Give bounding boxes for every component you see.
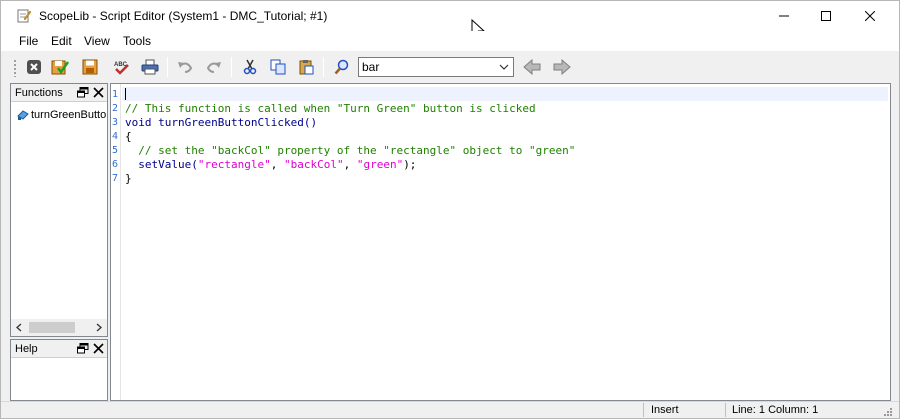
call-name: setValue( xyxy=(125,158,198,171)
float-panel-icon[interactable] xyxy=(77,343,89,354)
code-line-setvalue-call: setValue("rectangle", "backCol", "green"… xyxy=(125,158,416,171)
string-literal: "backCol" xyxy=(283,158,344,171)
functions-horizontal-scrollbar[interactable] xyxy=(11,319,107,336)
keyword-void: void xyxy=(125,116,152,129)
chevron-down-icon[interactable] xyxy=(497,60,511,74)
comma: , xyxy=(343,158,357,171)
functions-panel-title: Functions xyxy=(15,87,63,99)
scroll-right-icon[interactable] xyxy=(93,322,105,333)
paste-icon xyxy=(299,60,314,75)
maximize-button[interactable] xyxy=(803,1,849,31)
find-previous-button[interactable] xyxy=(521,56,543,78)
code-line-open-brace: { xyxy=(125,130,132,143)
line-number: 7 xyxy=(112,173,119,184)
function-icon xyxy=(17,110,29,120)
redo-icon xyxy=(206,62,221,73)
arrow-right-icon xyxy=(553,59,571,75)
cut-button[interactable] xyxy=(239,56,261,78)
line-number: 5 xyxy=(112,145,119,156)
function-list-item[interactable]: turnGreenButtonClicked xyxy=(17,108,107,124)
code-editor[interactable]: 1 2 3 4 5 6 7 // This function is called… xyxy=(110,83,891,401)
search-combobox[interactable]: bar xyxy=(358,57,514,77)
print-button[interactable] xyxy=(139,56,161,78)
spell-check-icon: ABC xyxy=(114,62,129,75)
minimize-icon xyxy=(779,15,789,17)
paste-button[interactable] xyxy=(295,56,317,78)
close-panel-icon[interactable] xyxy=(93,343,104,354)
copy-button[interactable] xyxy=(267,56,289,78)
script-edit-icon xyxy=(17,9,31,23)
save-button[interactable] xyxy=(79,56,101,78)
close-window-button[interactable] xyxy=(847,1,893,31)
code-line-inner-comment: // set the "backCol" property of the "re… xyxy=(125,144,576,157)
line-number: 6 xyxy=(112,159,119,170)
menu-view[interactable]: View xyxy=(84,34,110,48)
menu-bar: File Edit View Tools xyxy=(1,31,899,51)
text-caret xyxy=(125,88,126,100)
functions-panel: Functions turnGreenButtonClicked xyxy=(10,83,108,337)
status-divider xyxy=(643,403,644,417)
line-number: 3 xyxy=(112,117,119,128)
resize-grip-icon[interactable] xyxy=(881,406,893,417)
copy-icon xyxy=(270,59,286,75)
call-end: ); xyxy=(403,158,417,171)
insert-mode-indicator: Insert xyxy=(651,404,679,416)
close-script-button[interactable] xyxy=(23,56,45,78)
toolbar-separator xyxy=(231,57,232,77)
arrow-left-icon xyxy=(523,59,541,75)
spell-check-button[interactable]: ABC xyxy=(111,56,133,78)
scissors-icon xyxy=(243,59,257,75)
status-divider xyxy=(725,403,726,417)
find-button[interactable] xyxy=(331,56,353,78)
save-check-icon xyxy=(51,60,69,75)
status-bar: Insert Line: 1 Column: 1 xyxy=(1,401,899,418)
functions-panel-header[interactable]: Functions xyxy=(11,84,107,102)
cursor-position: Line: 1 Column: 1 xyxy=(732,404,819,416)
close-square-icon xyxy=(27,60,41,74)
scroll-left-icon[interactable] xyxy=(13,322,25,333)
search-combobox-value: bar xyxy=(362,60,380,74)
magnifier-icon xyxy=(334,59,349,75)
undo-button[interactable] xyxy=(174,56,196,78)
redo-button[interactable] xyxy=(203,56,225,78)
printer-icon xyxy=(141,59,159,75)
help-panel: Help xyxy=(10,339,108,401)
line-number-gutter: 1 2 3 4 5 6 7 xyxy=(111,84,121,400)
toolbar-separator xyxy=(323,57,324,77)
save-disk-icon xyxy=(82,59,98,75)
script-editor-window: ScopeLib - Script Editor (System1 - DMC_… xyxy=(0,0,900,419)
help-panel-header[interactable]: Help xyxy=(11,340,107,358)
code-line-close-brace: } xyxy=(125,172,132,185)
code-line-comment: // This function is called when "Turn Gr… xyxy=(125,102,536,115)
line-number: 1 xyxy=(112,89,119,100)
scrollbar-thumb[interactable] xyxy=(29,322,75,333)
line-number: 4 xyxy=(112,131,119,142)
maximize-icon xyxy=(821,11,831,21)
minimize-button[interactable] xyxy=(761,1,807,31)
window-title: ScopeLib - Script Editor (System1 - DMC_… xyxy=(39,9,328,23)
function-list-item-label: turnGreenButtonClicked xyxy=(31,109,107,121)
string-literal: "green" xyxy=(356,158,404,171)
undo-icon xyxy=(178,62,193,73)
current-line-highlight xyxy=(122,87,888,101)
title-bar[interactable]: ScopeLib - Script Editor (System1 - DMC_… xyxy=(1,1,899,40)
comma: , xyxy=(270,158,284,171)
menu-tools[interactable]: Tools xyxy=(123,34,151,48)
save-and-close-button[interactable] xyxy=(49,56,71,78)
code-line-function-signature: void turnGreenButtonClicked() xyxy=(125,116,317,129)
find-next-button[interactable] xyxy=(551,56,573,78)
toolbar-separator xyxy=(167,57,168,77)
function-name: turnGreenButtonClicked() xyxy=(151,116,318,129)
string-literal: "rectangle" xyxy=(197,158,271,171)
close-panel-icon[interactable] xyxy=(93,87,104,98)
toolbar-grip[interactable] xyxy=(13,59,17,77)
close-icon xyxy=(865,11,875,21)
help-panel-title: Help xyxy=(15,343,38,355)
line-number: 2 xyxy=(112,103,119,114)
float-panel-icon[interactable] xyxy=(77,87,89,98)
menu-edit[interactable]: Edit xyxy=(51,34,72,48)
menu-file[interactable]: File xyxy=(19,34,38,48)
